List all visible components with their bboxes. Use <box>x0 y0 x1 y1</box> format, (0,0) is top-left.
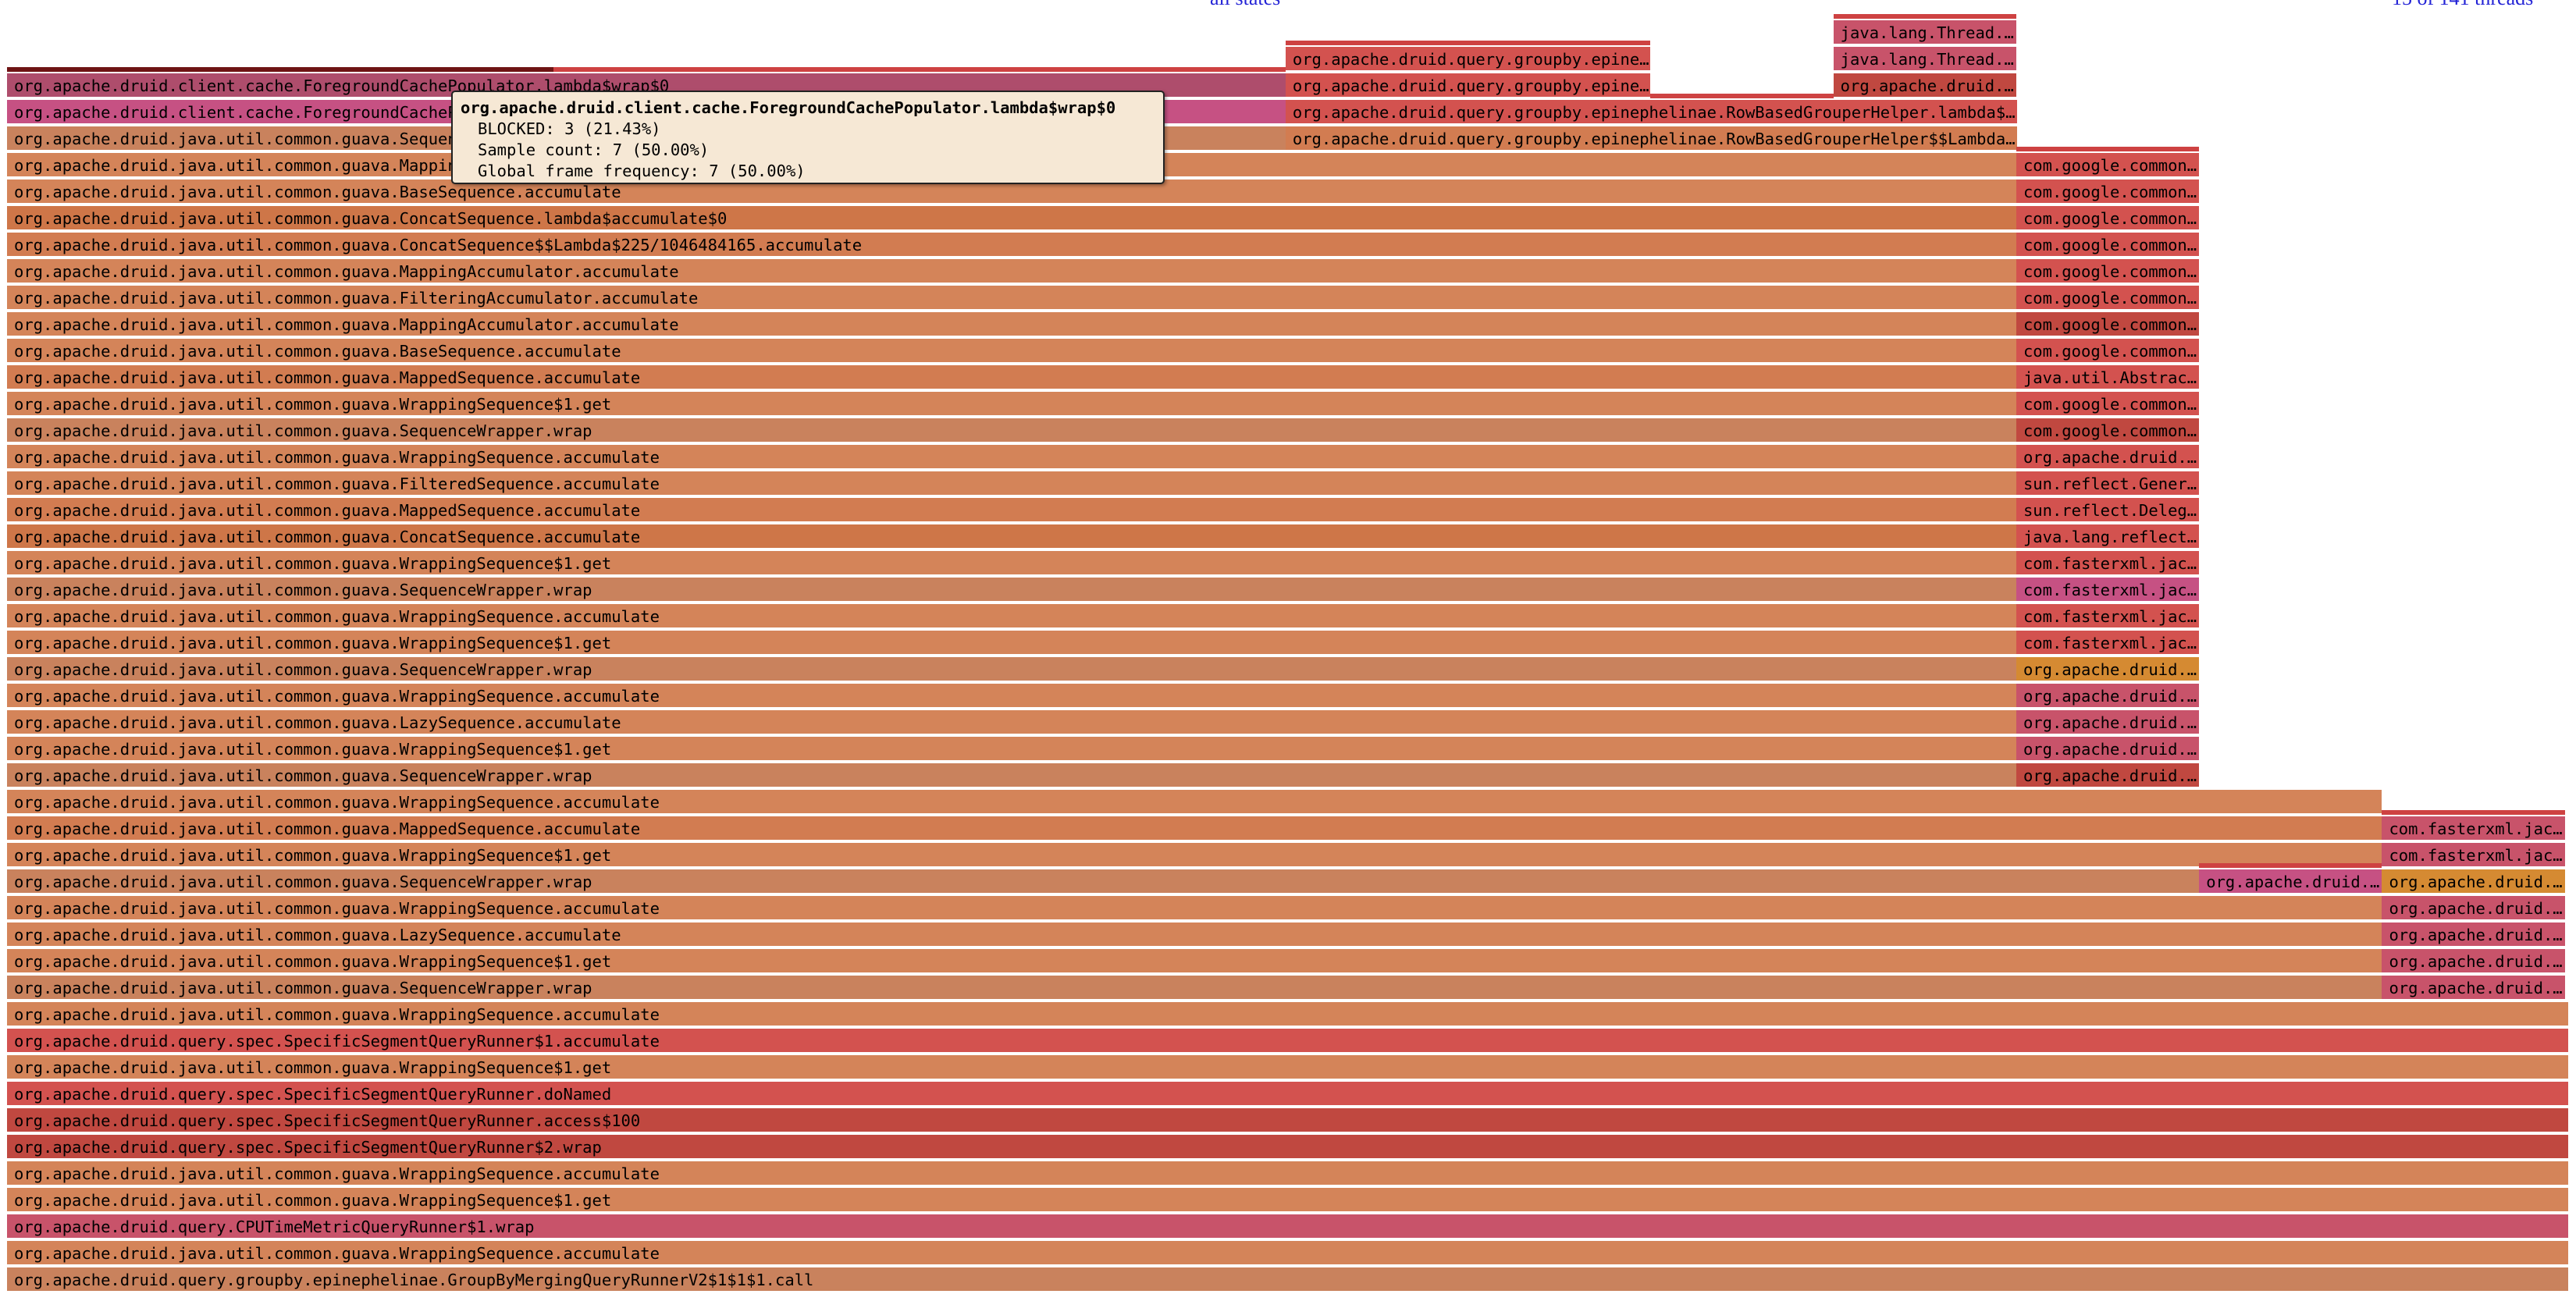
flame-frame[interactable]: org.apache.druid.java.util.common.guava.… <box>7 259 2016 284</box>
flame-frame[interactable]: com.fasterxml.jackson.databind.ObjectMap… <box>2016 631 2200 656</box>
flame-frame[interactable]: com.fasterxml.jackson.databind.ObjectMap… <box>2382 816 2565 841</box>
flame-frame[interactable]: org.apache.druid.java.util.common.guava.… <box>7 869 2382 894</box>
flame-frame[interactable]: org.apache.druid.java.util.common.guava.… <box>7 710 2016 735</box>
flame-frame[interactable]: org.apache.druid.java.util.common.guava.… <box>7 1055 2568 1080</box>
flame-frame[interactable]: java.lang.reflect.Method.invoke <box>2016 524 2200 549</box>
flame-frame[interactable]: org.apache.druid.java.util.common.guava.… <box>7 524 2016 549</box>
flame-frame[interactable]: org.apache.druid.query.groupby.epinephel… <box>1833 73 2016 98</box>
flame-frame[interactable]: org.apache.druid.java.util.common.guava.… <box>7 312 2016 337</box>
flame-frame[interactable]: org.apache.druid.java.util.common.guava.… <box>7 365 2016 390</box>
flame-frame[interactable]: org.apache.druid.segment.column.ColumnHo… <box>2016 445 2200 470</box>
flame-frame[interactable]: org.apache.druid.query.aggregation.Aggre… <box>2016 657 2200 682</box>
flame-frame[interactable]: org.apache.druid.query.scan.ScanQueryEng… <box>2382 949 2565 974</box>
flame-frame[interactable]: org.apache.druid.query.scan.ScanQueryEng… <box>2382 923 2565 947</box>
flame-frame[interactable]: sun.reflect.GeneratedMethodAccessor42.in… <box>2016 471 2200 496</box>
thread-state-bar <box>553 67 1286 72</box>
flame-frame[interactable]: org.apache.druid.query.groupby.epinephel… <box>1285 100 2018 125</box>
thread-state-bar <box>2199 863 2382 868</box>
tooltip-title: org.apache.druid.client.cache.Foreground… <box>461 98 1116 117</box>
flame-frame[interactable]: org.apache.druid.java.util.common.guava.… <box>7 1161 2568 1186</box>
flame-frame[interactable]: org.apache.druid.java.util.common.guava.… <box>7 339 2016 364</box>
flame-frame[interactable]: org.apache.druid.query.groupby.epinephel… <box>7 1267 2568 1292</box>
flame-frame[interactable]: org.apache.druid.java.util.common.guava.… <box>7 206 2016 231</box>
flame-frame[interactable]: org.apache.druid.query.spec.SpecificSegm… <box>7 1082 2568 1107</box>
flame-frame[interactable]: org.apache.druid.query.CPUTimeMetricQuer… <box>7 1214 2568 1239</box>
thread-state-bar <box>1833 14 2016 19</box>
flame-frame[interactable]: org.apache.druid.java.util.common.guava.… <box>7 498 2016 523</box>
flame-frame[interactable]: org.apache.druid.java.util.common.guava.… <box>7 1241 2568 1266</box>
flame-frame[interactable]: org.apache.druid.java.util.common.guava.… <box>7 1188 2568 1213</box>
flame-frame[interactable]: com.google.common.collect.AbstractIterat… <box>2016 286 2200 311</box>
flame-frame[interactable]: org.apache.druid.query.scan.ScanQueryEng… <box>2382 896 2565 921</box>
thread-state-bar <box>1650 94 1834 98</box>
tooltip-global-frequency: Global frame frequency: 7 (50.00%) <box>478 162 806 180</box>
thread-state-bar <box>2382 810 2565 815</box>
flame-frame[interactable]: org.apache.druid.query.spec.SpecificSegm… <box>7 1029 2568 1054</box>
flame-frame[interactable]: org.apache.druid.query.groupby.epinephel… <box>1285 126 2018 151</box>
flame-frame[interactable]: org.apache.druid.java.util.common.guava.… <box>7 684 2016 709</box>
flame-frame[interactable]: com.google.common.collect.AbstractIterat… <box>2016 312 2200 337</box>
flame-frame[interactable]: com.google.common.base.Suppliers$Memoizi… <box>2016 418 2200 443</box>
flame-frame[interactable]: sun.reflect.DelegatingMethodAccessorImpl… <box>2016 498 2200 523</box>
flame-frame[interactable]: org.apache.druid.java.util.common.guava.… <box>7 790 2382 815</box>
flame-frame[interactable]: org.apache.druid.java.util.common.guava.… <box>7 976 2382 1001</box>
flame-frame[interactable]: org.apache.druid.java.util.common.guava.… <box>7 286 2016 311</box>
flame-frame[interactable]: com.fasterxml.jackson.databind.ObjectMap… <box>2016 604 2200 629</box>
flame-frame[interactable]: org.apache.druid.java.util.common.guava.… <box>7 896 2382 921</box>
flame-frame[interactable]: org.apache.druid.java.util.common.guava.… <box>7 923 2382 947</box>
flame-frame[interactable]: org.apache.druid.java.util.common.guava.… <box>7 843 2382 868</box>
flame-frame[interactable]: org.apache.druid.java.util.common.guava.… <box>7 816 2382 841</box>
flame-frame[interactable]: org.apache.druid.query.groupby.GroupByQu… <box>2016 737 2200 762</box>
flame-frame[interactable]: org.apache.druid.java.util.common.guava.… <box>7 631 2016 656</box>
flame-frame[interactable]: com.fasterxml.jackson.databind.deser.imp… <box>2016 551 2200 576</box>
all-states-link[interactable]: all states <box>1210 0 1280 9</box>
flame-frame[interactable]: com.google.common.collect.Iterables$8.it… <box>2016 206 2200 231</box>
flame-frame[interactable]: org.apache.druid.query.groupby.GroupByQu… <box>2016 763 2200 788</box>
thread-state-bar <box>1285 41 1651 45</box>
flame-frame[interactable]: com.fasterxml.jackson.databind.ObjectMap… <box>2382 843 2565 868</box>
tooltip-blocked: BLOCKED: 3 (21.43%) <box>478 119 661 138</box>
flame-frame[interactable]: com.google.common.collect.Iterators$5.ha… <box>2016 233 2200 258</box>
flame-frame[interactable]: org.apache.druid.segment.QueryableIndexS… <box>2199 869 2382 894</box>
flame-frame[interactable]: org.apache.druid.java.util.common.guava.… <box>7 392 2016 417</box>
flame-frame[interactable]: org.apache.druid.query.groupby.epinephel… <box>1285 47 1651 72</box>
flame-frame[interactable]: org.apache.druid.query.groupby.GroupByQu… <box>2016 710 2200 735</box>
flame-frame[interactable]: org.apache.druid.java.util.common.guava.… <box>7 233 2016 258</box>
flame-graph: all states 15 of 141 threads org.apache.… <box>0 0 2576 1294</box>
flame-frame[interactable]: org.apache.druid.java.util.common.guava.… <box>7 445 2016 470</box>
flame-frame[interactable]: com.google.common.collect.Iterators$5.ha… <box>2016 392 2200 417</box>
flame-frame[interactable]: org.apache.druid.java.util.common.guava.… <box>7 604 2016 629</box>
thread-state-bar <box>2016 147 2200 151</box>
flame-frame[interactable]: org.apache.druid.java.util.common.guava.… <box>7 949 2382 974</box>
flame-frame[interactable]: org.apache.druid.query.spec.SpecificSegm… <box>7 1108 2568 1133</box>
threads-count-link[interactable]: 15 of 141 threads <box>2392 0 2533 9</box>
flame-frame[interactable]: org.apache.druid.java.util.common.guava.… <box>7 1002 2568 1027</box>
flame-frame[interactable]: com.google.common.collect.Iterators$5.ne… <box>2016 259 2200 284</box>
flame-frame[interactable]: org.apache.druid.query.aggregation.JavaS… <box>2382 869 2565 894</box>
frame-tooltip: org.apache.druid.client.cache.Foreground… <box>451 91 1165 184</box>
flame-frame[interactable]: com.google.common.collect.FluentIterable… <box>2016 180 2200 204</box>
flame-frame[interactable]: org.apache.druid.java.util.common.guava.… <box>7 737 2016 762</box>
flame-frame[interactable]: org.apache.druid.java.util.common.guava.… <box>7 657 2016 682</box>
flame-frame[interactable]: org.apache.druid.java.util.common.guava.… <box>7 418 2016 443</box>
thread-state-bar <box>7 67 553 72</box>
flame-frame[interactable]: org.apache.druid.java.util.common.guava.… <box>7 763 2016 788</box>
tooltip-sample-count: Sample count: 7 (50.00%) <box>478 140 710 159</box>
flame-frame[interactable]: java.lang.Thread.getStackTrace <box>1833 20 2016 45</box>
flame-frame[interactable]: java.lang.Thread.run <box>1833 47 2016 72</box>
flame-frame[interactable]: org.apache.druid.java.util.common.guava.… <box>7 551 2016 576</box>
flame-frame[interactable]: org.apache.druid.query.groupby.epinephel… <box>1285 73 1651 98</box>
flame-frame[interactable]: org.apache.druid.query.spec.SpecificSegm… <box>7 1135 2568 1160</box>
flame-frame[interactable]: org.apache.druid.java.util.common.guava.… <box>7 471 2016 496</box>
flame-frame[interactable]: org.apache.druid.query.scan.ScanQueryEng… <box>2382 976 2565 1001</box>
flame-frame[interactable]: com.fasterxml.jackson.databind.deser.Bea… <box>2016 578 2200 603</box>
flame-frame[interactable]: org.apache.druid.java.util.common.guava.… <box>7 578 2016 603</box>
flame-frame[interactable]: java.util.AbstractList$Itr.next <box>2016 365 2200 390</box>
flame-frame[interactable]: com.google.common.collect.Iterators$6.co… <box>2016 339 2200 364</box>
flame-frame[interactable]: com.google.common.collect.Lists$Transfor… <box>2016 153 2200 178</box>
flame-frame[interactable]: org.apache.druid.query.groupby.GroupByQu… <box>2016 684 2200 709</box>
